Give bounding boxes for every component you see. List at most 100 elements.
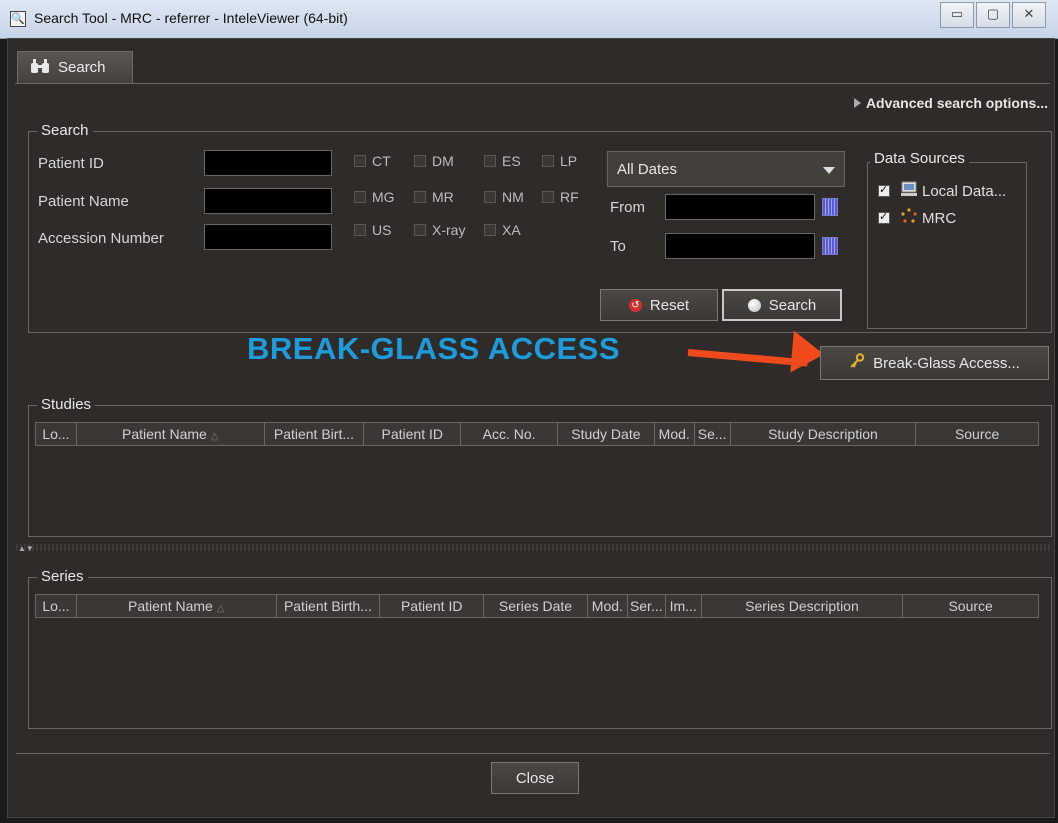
break-glass-access-button[interactable]: Break-Glass Access... xyxy=(820,346,1049,380)
search-icon xyxy=(747,298,761,312)
data-sources-group: Data Sources Local Data... MRC xyxy=(867,150,1027,329)
splitter-arrows-icon[interactable]: ▲▼ xyxy=(18,544,34,553)
modality-es-checkbox[interactable]: ES xyxy=(484,153,521,169)
modality-label: US xyxy=(372,222,392,238)
column-header[interactable]: Study Date xyxy=(558,423,655,445)
search-group-title: Search xyxy=(37,122,93,139)
column-header[interactable]: Im... xyxy=(666,595,702,617)
studies-title: Studies xyxy=(37,396,96,413)
modality-lp-checkbox[interactable]: LP xyxy=(542,153,577,169)
tab-search[interactable]: Search xyxy=(17,51,133,83)
reset-button[interactable]: ↺ Reset xyxy=(600,289,718,321)
column-header[interactable]: Mod. xyxy=(588,595,628,617)
search-button[interactable]: Search xyxy=(722,289,842,321)
tab-search-label: Search xyxy=(58,59,106,76)
modality-xa-checkbox[interactable]: XA xyxy=(484,222,521,238)
title-bar: 🔍 Search Tool - MRC - referrer - InteleV… xyxy=(0,0,1058,39)
column-header-patient-name[interactable]: Patient Name △ xyxy=(77,595,277,617)
column-header[interactable]: Source xyxy=(916,423,1038,445)
advanced-search-label: Advanced search options... xyxy=(865,95,1048,111)
series-title: Series xyxy=(37,568,88,585)
column-header[interactable]: Lo... xyxy=(36,423,77,445)
column-header[interactable]: Source xyxy=(903,595,1038,617)
date-range-selected: All Dates xyxy=(617,161,678,178)
close-button[interactable]: Close xyxy=(491,762,579,794)
column-header[interactable]: Patient Birt... xyxy=(265,423,365,445)
checkbox-checked[interactable] xyxy=(878,183,890,197)
close-window-button[interactable]: ✕ xyxy=(1012,2,1046,28)
column-header[interactable]: Study Description xyxy=(731,423,917,445)
break-glass-annotation-banner: BREAK-GLASS ACCESS xyxy=(247,331,620,366)
modality-ct-checkbox[interactable]: CT xyxy=(354,153,391,169)
reset-icon: ↺ xyxy=(628,298,642,312)
modality-label: XA xyxy=(502,222,521,238)
tab-divider xyxy=(15,83,1050,84)
checkbox-box xyxy=(354,224,366,236)
patient-id-input[interactable] xyxy=(204,150,332,176)
from-date-input[interactable] xyxy=(665,194,815,220)
checkbox-box xyxy=(484,155,496,167)
calendar-icon[interactable] xyxy=(822,237,838,255)
column-header[interactable]: Patient ID xyxy=(364,423,462,445)
column-header[interactable]: Ser... xyxy=(628,595,666,617)
minimize-button[interactable]: ▭ xyxy=(940,2,974,28)
column-header-patient-name[interactable]: Patient Name △ xyxy=(77,423,265,445)
modality-label: MR xyxy=(432,189,454,205)
checkbox-box xyxy=(484,224,496,236)
column-header[interactable]: Series Description xyxy=(702,595,904,617)
search-label: Search xyxy=(768,296,817,314)
modality-dm-checkbox[interactable]: DM xyxy=(414,153,454,169)
calendar-icon[interactable] xyxy=(822,198,838,216)
patient-name-input[interactable] xyxy=(204,188,332,214)
to-label: To xyxy=(610,238,626,255)
modality-label: DM xyxy=(432,153,454,169)
column-header[interactable]: Mod. xyxy=(655,423,695,445)
modality-label: LP xyxy=(560,153,578,169)
modality-label: NM xyxy=(502,189,524,205)
break-glass-label: Break-Glass Access... xyxy=(873,354,1020,372)
data-sources-title: Data Sources xyxy=(870,150,969,167)
sort-ascending-icon: △ xyxy=(210,431,219,442)
modality-label: CT xyxy=(372,153,391,169)
pane-splitter[interactable] xyxy=(16,544,1050,551)
data-source-label: MRC xyxy=(922,209,957,227)
data-source-mrc[interactable]: MRC xyxy=(878,208,956,228)
data-source-local[interactable]: Local Data... xyxy=(878,181,1006,201)
app-search-icon: 🔍 xyxy=(10,11,26,27)
column-header[interactable]: Patient ID xyxy=(380,595,485,617)
modality-mg-checkbox[interactable]: MG xyxy=(354,189,395,205)
checkbox-box xyxy=(414,191,426,203)
checkbox-box xyxy=(484,191,496,203)
data-source-label: Local Data... xyxy=(922,182,1007,200)
search-group: Search Patient ID Patient Name Accession… xyxy=(28,122,1052,333)
column-header[interactable]: Series Date xyxy=(484,595,588,617)
footer-divider xyxy=(16,753,1050,754)
date-range-dropdown[interactable]: All Dates xyxy=(607,151,845,187)
accession-number-input[interactable] xyxy=(204,224,332,250)
binoculars-icon xyxy=(30,58,50,78)
checkbox-box xyxy=(542,155,554,167)
to-date-input[interactable] xyxy=(665,233,815,259)
modality-us-checkbox[interactable]: US xyxy=(354,222,391,238)
column-header[interactable]: Lo... xyxy=(36,595,77,617)
checkbox-checked[interactable] xyxy=(878,210,890,224)
modality-nm-checkbox[interactable]: NM xyxy=(484,189,524,205)
series-table-header: Lo... Patient Name △ Patient Birth... Pa… xyxy=(35,594,1039,618)
column-header[interactable]: Acc. No. xyxy=(461,423,558,445)
modality-rf-checkbox[interactable]: RF xyxy=(542,189,579,205)
search-tool-window: Search Advanced search options... Search… xyxy=(7,38,1055,818)
expand-triangle-icon xyxy=(853,98,861,108)
window-title: Search Tool - MRC - referrer - InteleVie… xyxy=(34,10,348,26)
column-header[interactable]: Patient Birth... xyxy=(277,595,381,617)
reset-label: Reset xyxy=(649,296,690,314)
column-header[interactable]: Se... xyxy=(695,423,731,445)
maximize-button[interactable]: ▢ xyxy=(976,2,1010,28)
patient-name-label: Patient Name xyxy=(38,193,129,210)
modality-xray-checkbox[interactable]: X-ray xyxy=(414,222,465,238)
advanced-search-options-link[interactable]: Advanced search options... xyxy=(853,95,1048,111)
modality-label: X-ray xyxy=(432,222,466,238)
series-group: Series Lo... Patient Name △ Patient Birt… xyxy=(28,568,1052,729)
from-label: From xyxy=(610,199,645,216)
checkbox-box xyxy=(542,191,554,203)
modality-mr-checkbox[interactable]: MR xyxy=(414,189,454,205)
